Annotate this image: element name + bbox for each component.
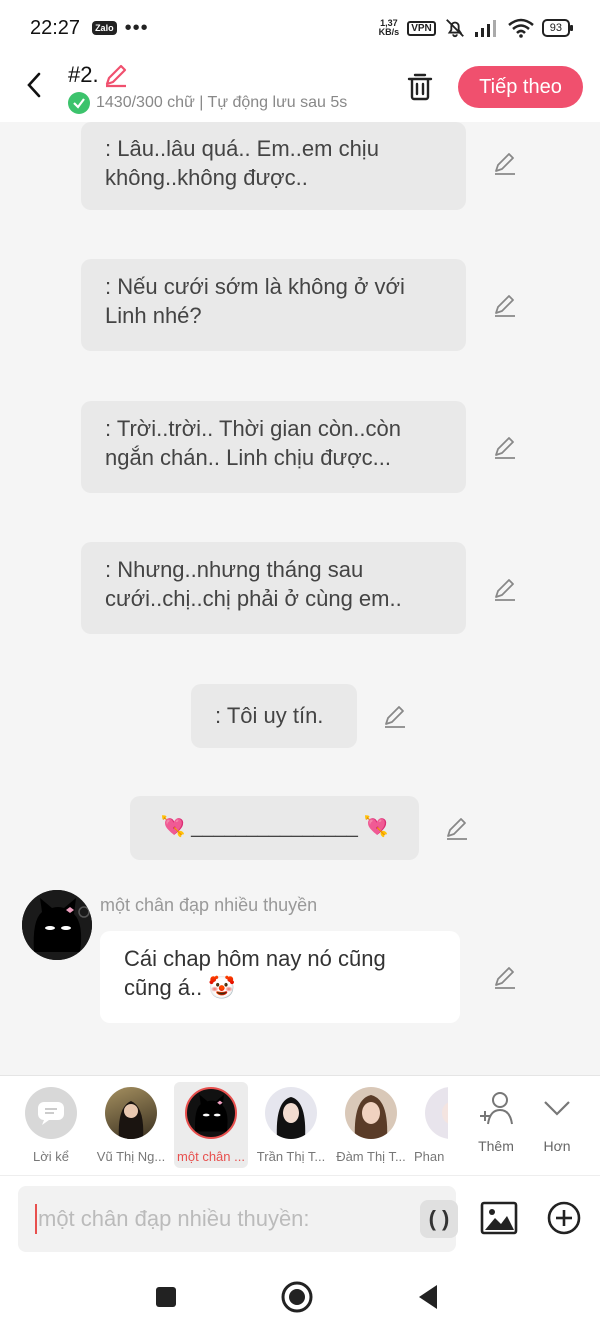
- message-bubble[interactable]: : Trời..trời.. Thời gian còn..còn ngắn c…: [81, 401, 466, 493]
- chevron-down-icon: [544, 1101, 570, 1116]
- status-time: 22:27: [30, 16, 81, 39]
- square-icon: [156, 1287, 176, 1307]
- more-label: Hơn: [543, 1138, 571, 1154]
- wifi-icon: [507, 18, 534, 38]
- signal-icon: [474, 20, 496, 37]
- add-person-icon: [480, 1092, 513, 1125]
- edit-icon[interactable]: [492, 576, 518, 602]
- home-circle-icon: [281, 1281, 313, 1313]
- black-cat-avatar: [22, 890, 92, 960]
- character-label: Lời kể: [33, 1149, 69, 1164]
- message-input[interactable]: [38, 1186, 398, 1252]
- back-button[interactable]: [18, 68, 50, 102]
- battery-icon: 93: [541, 19, 574, 37]
- status-bar: 22:27 Zalo ••• 1,37 KB/s VPN 93: [0, 0, 600, 56]
- character-avatar: [105, 1087, 157, 1139]
- system-back-button[interactable]: [410, 1279, 446, 1315]
- vpn-icon: VPN: [407, 20, 436, 36]
- speaker-name: một chân đạp nhiều thuyền: [100, 895, 318, 915]
- autosave-status: 1430/300 chữ | Tự động lưu sau 5s: [68, 92, 380, 114]
- check-icon: [68, 92, 90, 114]
- delete-button[interactable]: [402, 68, 438, 104]
- pencil-icon: [105, 64, 126, 88]
- character-mot-chan[interactable]: một chân ...: [174, 1082, 248, 1168]
- message-text: : Nhưng..nhưng tháng sau cưới..chị..chị …: [105, 557, 402, 611]
- network-speed: 1,37 KB/s: [379, 19, 400, 37]
- next-button[interactable]: Tiếp theo: [458, 66, 583, 108]
- edit-icon[interactable]: [492, 434, 518, 460]
- add-character-button[interactable]: Thêm: [471, 1088, 521, 1154]
- character-avatar: [265, 1087, 317, 1139]
- character-tran-thi[interactable]: Trần Thị T...: [254, 1082, 328, 1168]
- character-label: Phan: [414, 1149, 445, 1164]
- character-label: Trần Thị T...: [256, 1149, 326, 1164]
- character-phan[interactable]: Phan: [414, 1082, 448, 1168]
- message-text: : Lâu..lâu quá.. Em..em chịu không..khôn…: [105, 136, 379, 190]
- triangle-back-icon: [419, 1285, 437, 1309]
- chapter-title[interactable]: #2.: [68, 62, 129, 88]
- chapter-title-text: #2.: [68, 62, 99, 87]
- edit-icon[interactable]: [492, 292, 518, 318]
- character-dam-thi[interactable]: Đàm Thị T...: [334, 1082, 408, 1168]
- network-speed-unit: KB/s: [378, 27, 400, 37]
- character-label: một chân ...: [177, 1149, 245, 1164]
- add-label: Thêm: [478, 1138, 514, 1154]
- character-avatar: [425, 1087, 448, 1139]
- character-label: Vũ Thị Ng...: [96, 1149, 166, 1164]
- home-button[interactable]: [279, 1279, 315, 1315]
- message-text: : Nếu cưới sớm là không ở với Linh nhé?: [105, 274, 405, 328]
- chevron-left-icon: [27, 72, 41, 98]
- input-container[interactable]: ( ): [18, 1186, 458, 1252]
- autosave-text: 1430/300 chữ | Tự động lưu sau 5s: [96, 94, 348, 111]
- message-bubble[interactable]: : Tôi uy tín.: [191, 684, 357, 748]
- character-avatar: [345, 1087, 397, 1139]
- editor-header: #2. 1430/300 chữ | Tự động lưu sau 5s Ti…: [0, 56, 600, 122]
- status-indicators: 1,37 KB/s VPN 93: [379, 17, 574, 39]
- character-avatar: [185, 1087, 237, 1139]
- message-bubble[interactable]: : Nếu cưới sớm là không ở với Linh nhé?: [81, 259, 466, 351]
- divider-bubble[interactable]: 💘 _______________ 💘: [130, 796, 419, 860]
- speaker-avatar[interactable]: [22, 890, 92, 960]
- message-text: Cái chap hôm nay nó cũng cũng á.. 🤡: [124, 946, 386, 1000]
- divider-text: 💘 _______________ 💘: [160, 816, 389, 838]
- parenthesis-button[interactable]: ( ): [420, 1200, 458, 1238]
- text-caret: [35, 1204, 37, 1234]
- narrator-icon: [25, 1087, 77, 1139]
- bell-off-icon: [445, 19, 464, 38]
- chat-area[interactable]: : Lâu..lâu quá.. Em..em chịu không..khôn…: [0, 122, 600, 1075]
- plus-circle-icon[interactable]: [544, 1198, 584, 1238]
- trash-icon: [407, 73, 433, 101]
- zalo-notification-icon: Zalo: [92, 21, 117, 35]
- system-nav-bar: [0, 1261, 600, 1333]
- message-text: : Tôi uy tín.: [215, 703, 324, 728]
- character-vu-thi[interactable]: Vũ Thị Ng...: [94, 1082, 168, 1168]
- more-notifications-icon: •••: [124, 17, 149, 39]
- edit-icon[interactable]: [444, 815, 470, 841]
- image-icon[interactable]: [479, 1198, 519, 1238]
- message-text: : Trời..trời.. Thời gian còn..còn ngắn c…: [105, 416, 401, 470]
- character-selector: Lời kể Vũ Thị Ng... một chân ... Trần Th…: [0, 1075, 600, 1175]
- recents-button[interactable]: [148, 1279, 184, 1315]
- character-label: Đàm Thị T...: [336, 1149, 406, 1164]
- edit-icon[interactable]: [492, 964, 518, 990]
- edit-icon[interactable]: [382, 703, 408, 729]
- message-bubble[interactable]: : Lâu..lâu quá.. Em..em chịu không..khôn…: [81, 122, 466, 210]
- message-bubble[interactable]: : Nhưng..nhưng tháng sau cưới..chị..chị …: [81, 542, 466, 634]
- speaker-message-bubble[interactable]: Cái chap hôm nay nó cũng cũng á.. 🤡: [100, 931, 460, 1023]
- character-narrator[interactable]: Lời kể: [14, 1082, 88, 1168]
- message-composer: ( ): [0, 1175, 600, 1261]
- more-button[interactable]: Hơn: [532, 1088, 582, 1154]
- edit-icon[interactable]: [492, 150, 518, 176]
